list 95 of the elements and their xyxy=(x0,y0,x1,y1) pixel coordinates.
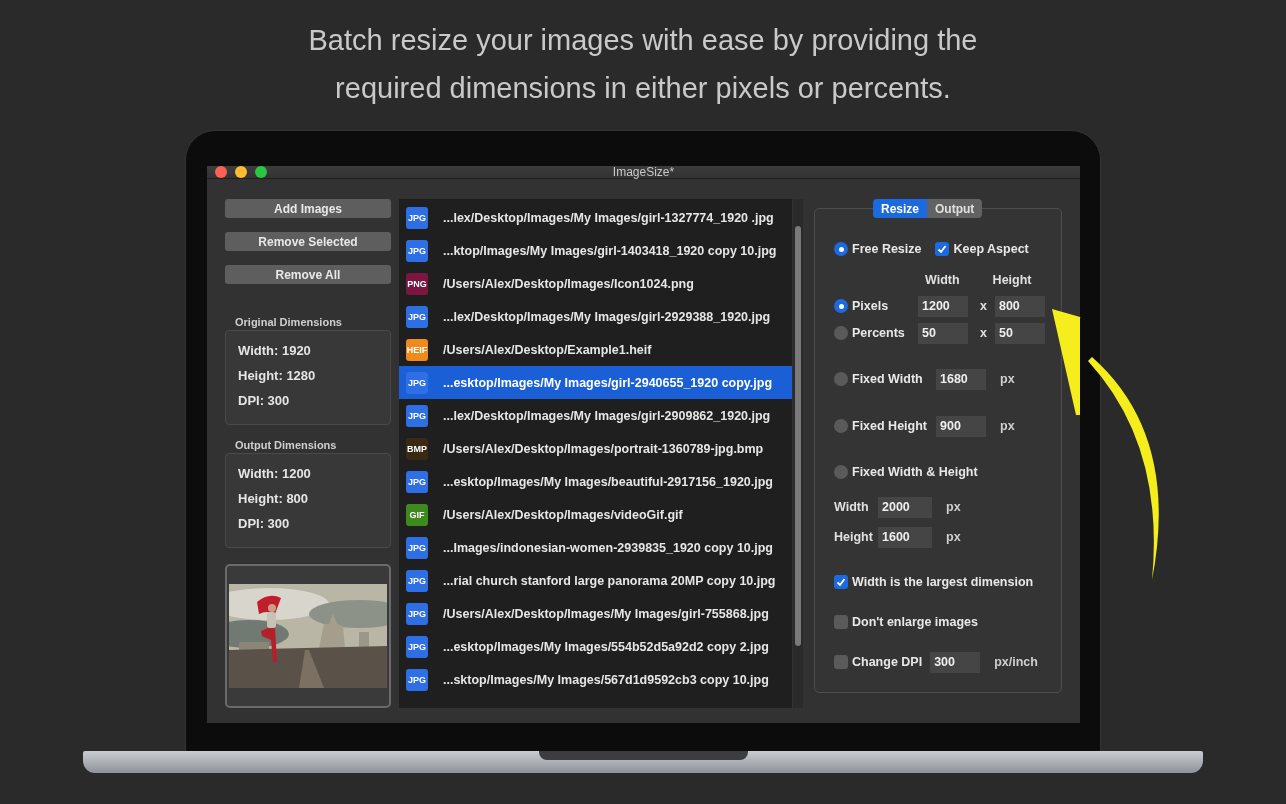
unit-label: px xyxy=(1000,372,1015,386)
tab[interactable]: Output xyxy=(927,199,983,218)
unit-label: px xyxy=(946,530,961,544)
file-path: ...sktop/Images/My Images/567d1d9592cb3 copy 10.jpg xyxy=(443,672,769,687)
scrollbar[interactable] xyxy=(793,199,803,708)
radio-option[interactable]: Free Resize xyxy=(834,242,922,256)
file-path: ...esktop/Images/My Images/girl-2940655_1920 copy.jpg xyxy=(443,375,773,390)
file-path: ...esktop/Images/My Images/554b52d5a92d2 copy 2.jpg xyxy=(443,639,769,654)
column-header: Height xyxy=(992,273,1032,287)
file-type-badge: HEIF xyxy=(406,338,428,361)
field-label: Height xyxy=(834,530,874,544)
tab[interactable]: Resize xyxy=(873,199,928,218)
file-path: /Users/Alex/Desktop/Example1.heif xyxy=(443,342,652,357)
close-button[interactable] xyxy=(215,166,227,178)
checkbox-option[interactable]: Width is the largest dimension xyxy=(834,575,1034,589)
file-type-badge: JPG xyxy=(406,635,428,658)
dimension-text: DPI: 300 xyxy=(238,393,290,410)
file-path: /Users/Alex/Desktop/Images/videoGif.gif xyxy=(443,507,683,522)
group-label: Output Dimensions xyxy=(235,439,338,451)
input-field[interactable]: 1680 xyxy=(936,368,986,390)
input-field[interactable]: 800 xyxy=(994,295,1045,317)
checkbox-option[interactable]: Keep Aspect xyxy=(935,242,1029,256)
file-row[interactable]: JPG ...esktop/Images/My Images/554b52d5a92d2 copy 2.jpg xyxy=(399,630,792,663)
action-button[interactable]: Remove All xyxy=(225,265,391,284)
file-path: ...lex/Desktop/Images/My Images/girl-2929388_1920.jpg xyxy=(443,309,771,324)
file-path: ...lex/Desktop/Images/My Images/girl-1327774_1920 .jpg xyxy=(443,210,774,225)
file-row[interactable]: JPG ...Images/indonesian-women-2939835_1920 copy 10.jpg xyxy=(399,531,792,564)
file-row[interactable]: HEIF /Users/Alex/Desktop/Example1.heif xyxy=(399,333,792,366)
unit-label: px/inch xyxy=(994,655,1038,669)
dimension-text: Height: 1280 xyxy=(238,368,316,385)
headline: Batch resize your images with ease by providing the required dimensions in either pixels or percents. xyxy=(307,23,979,106)
zoom-button[interactable] xyxy=(255,166,267,178)
file-row[interactable]: JPG ...sktop/Images/My Images/567d1d9592cb3 copy 10.jpg xyxy=(399,663,792,696)
input-field[interactable]: 2000 xyxy=(878,496,932,518)
input-field[interactable]: 1600 xyxy=(878,526,932,548)
file-type-badge: JPG xyxy=(406,569,428,592)
dimension-text: Width: 1920 xyxy=(238,343,311,360)
dimension-text: Height: 800 xyxy=(238,491,309,508)
file-path: ...rial church stanford large panorama 20MP copy 10.jpg xyxy=(443,573,776,588)
file-row[interactable]: JPG /Users/Alex/Desktop/Images/My Images/girl-755868.jpg xyxy=(399,597,792,630)
dimension-text: Width: 1200 xyxy=(238,466,311,483)
column-header: Width xyxy=(925,273,960,287)
dimension-text: DPI: 300 xyxy=(238,516,290,533)
file-type-badge: JPG xyxy=(406,602,428,625)
radio-option[interactable]: Fixed Width xyxy=(834,372,936,386)
scrollbar-thumb[interactable] xyxy=(795,226,801,646)
file-row[interactable]: JPG ...esktop/Images/My Images/girl-2940655_1920 copy.jpg xyxy=(399,366,792,399)
input-field[interactable]: 50 xyxy=(994,322,1045,344)
file-row[interactable]: JPG ...ktop/Images/My Images/girl-1403418_1920 copy 10.jpg xyxy=(399,234,792,267)
file-type-badge: JPG xyxy=(406,239,428,262)
radio-option[interactable]: Fixed Height xyxy=(834,419,936,433)
input-field[interactable]: 900 xyxy=(936,415,986,437)
file-path: /Users/Alex/Desktop/Images/My Images/girl-755868.jpg xyxy=(443,606,769,621)
radio-option[interactable]: Pixels xyxy=(834,299,918,313)
multiply-sign: x xyxy=(980,326,987,340)
file-path: ...ktop/Images/My Images/girl-1403418_1920 copy 10.jpg xyxy=(443,243,777,258)
file-row[interactable]: JPG ...lex/Desktop/Images/My Images/girl-2929388_1920.jpg xyxy=(399,300,792,333)
radio-option[interactable]: Fixed Width & Height xyxy=(834,465,978,479)
file-type-badge: JPG xyxy=(406,404,428,427)
file-type-badge: JPG xyxy=(406,668,428,691)
file-path: ...esktop/Images/My Images/beautiful-2917156_1920.jpg xyxy=(443,474,773,489)
file-path: /Users/Alex/Desktop/Images/portrait-1360789-jpg.bmp xyxy=(443,441,764,456)
file-type-badge: JPG xyxy=(406,536,428,559)
file-type-badge: JPG xyxy=(406,305,428,328)
unit-label: px xyxy=(1000,419,1015,433)
checkbox-option[interactable]: Change DPI xyxy=(834,655,923,669)
file-row[interactable]: BMP /Users/Alex/Desktop/Images/portrait-1360789-jpg.bmp xyxy=(399,432,792,465)
file-type-badge: JPG xyxy=(406,206,428,229)
radio-option[interactable]: Percents xyxy=(834,326,918,340)
file-path: ...lex/Desktop/Images/My Images/girl-2909862_1920.jpg xyxy=(443,408,771,423)
file-row[interactable]: JPG ...rial church stanford large panorama 20MP copy 10.jpg xyxy=(399,564,792,597)
field-label: Width xyxy=(834,500,870,514)
file-path: /Users/Alex/Desktop/Images/Icon1024.png xyxy=(443,276,694,291)
action-button[interactable]: Remove Selected xyxy=(225,232,391,251)
minimize-button[interactable] xyxy=(235,166,247,178)
window-title: ImageSize* xyxy=(612,165,675,179)
file-path: ...Images/indonesian-women-2939835_1920 copy 10.jpg xyxy=(443,540,773,555)
file-row[interactable]: JPG ...lex/Desktop/Images/My Images/girl-1327774_1920 .jpg xyxy=(399,201,792,234)
file-type-badge: PNG xyxy=(406,272,428,295)
input-field[interactable]: 300 xyxy=(930,651,981,673)
file-row[interactable]: JPG ...lex/Desktop/Images/My Images/girl-2909862_1920.jpg xyxy=(399,399,792,432)
file-type-badge: GIF xyxy=(406,503,428,526)
file-type-badge: JPG xyxy=(406,470,428,493)
input-field[interactable]: 1200 xyxy=(918,295,968,317)
unit-label: px xyxy=(946,500,961,514)
action-button[interactable]: Add Images xyxy=(225,199,391,218)
file-row[interactable]: GIF /Users/Alex/Desktop/Images/videoGif.gif xyxy=(399,498,792,531)
file-row[interactable]: PNG /Users/Alex/Desktop/Images/Icon1024.png xyxy=(399,267,792,300)
multiply-sign: x xyxy=(980,299,987,313)
group-label: Original Dimensions xyxy=(235,316,343,328)
file-row[interactable]: JPG ...esktop/Images/My Images/beautiful-2917156_1920.jpg xyxy=(399,465,792,498)
file-type-badge: JPG xyxy=(406,371,428,394)
input-field[interactable]: 50 xyxy=(918,322,968,344)
file-type-badge: BMP xyxy=(406,437,428,460)
checkbox-option[interactable]: Don't enlarge images xyxy=(834,615,978,629)
